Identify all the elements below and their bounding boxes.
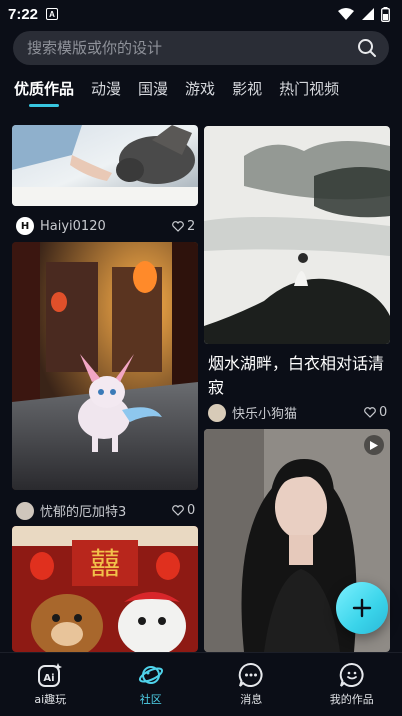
- battery-icon: [381, 6, 390, 22]
- heart-icon: [172, 221, 184, 232]
- play-badge[interactable]: [364, 435, 384, 455]
- avatar: [208, 403, 226, 422]
- post-image-sylveon[interactable]: [12, 242, 198, 490]
- post-author[interactable]: H Haiyi0120: [16, 217, 106, 235]
- nav-label: 消息: [240, 693, 263, 706]
- author-name: 快乐小狗猫: [232, 407, 298, 422]
- nav-messages[interactable]: 消息: [201, 653, 301, 707]
- search-bar[interactable]: [13, 31, 389, 65]
- content-feed: H Haiyi0120 2 忧郁的厄加特3 0 囍 烟水湖畔，白衣相对话清寂 快…: [0, 125, 402, 652]
- like-count[interactable]: 0: [364, 405, 387, 420]
- play-icon: [370, 440, 378, 450]
- category-tabs: 优质作品 动漫 国漫 游戏 影视 热门视频: [14, 78, 339, 106]
- nav-ai-play[interactable]: Ai ai趣玩: [0, 653, 100, 707]
- post-author[interactable]: 快乐小狗猫: [208, 403, 297, 422]
- post-title[interactable]: 烟水湖畔，白衣相对话清寂: [208, 352, 390, 400]
- avatar: [16, 501, 34, 520]
- nav-label: 我的作品: [329, 693, 374, 706]
- chat-icon: [239, 662, 263, 687]
- plus-icon: [352, 598, 372, 618]
- like-number: 2: [187, 219, 196, 234]
- svg-text:Ai: Ai: [44, 673, 55, 684]
- like-number: 0: [187, 503, 196, 518]
- notification-icon: A: [46, 8, 59, 20]
- heart-icon: [172, 505, 184, 516]
- status-bar: 7:22 A: [0, 0, 402, 28]
- tab-quality-works[interactable]: 优质作品: [14, 78, 74, 99]
- nav-my-works[interactable]: 我的作品: [302, 653, 402, 707]
- tab-hot-videos[interactable]: 热门视频: [279, 78, 339, 99]
- planet-icon: [138, 666, 163, 684]
- nav-label: 社区: [139, 693, 162, 706]
- tab-anime[interactable]: 动漫: [91, 78, 121, 99]
- heart-icon: [364, 407, 376, 418]
- wifi-icon: [338, 8, 354, 20]
- tab-games[interactable]: 游戏: [185, 78, 215, 99]
- bottom-navigation: Ai ai趣玩 社区 消息 我的作品: [0, 652, 402, 716]
- post-image-bears[interactable]: 囍: [12, 526, 198, 652]
- nav-community[interactable]: 社区: [101, 653, 201, 707]
- signal-icon: [362, 8, 374, 20]
- like-count[interactable]: 2: [172, 219, 195, 234]
- search-icon[interactable]: [357, 38, 377, 58]
- avatar: H: [16, 217, 34, 235]
- works-icon: [339, 662, 364, 687]
- create-button[interactable]: [336, 582, 388, 634]
- search-input[interactable]: [27, 39, 357, 57]
- post-image-cat[interactable]: [12, 125, 198, 206]
- like-number: 0: [379, 405, 388, 420]
- status-time: 7:22: [8, 5, 39, 23]
- ai-icon: Ai: [38, 663, 63, 687]
- post-author[interactable]: 忧郁的厄加特3: [16, 501, 126, 520]
- post-image-ink-lake[interactable]: [204, 126, 390, 344]
- svg-text:囍: 囍: [90, 547, 120, 582]
- nav-label: ai趣玩: [34, 693, 67, 706]
- tab-chinese-anime[interactable]: 国漫: [138, 78, 168, 99]
- tab-film[interactable]: 影视: [232, 78, 262, 99]
- author-name: 忧郁的厄加特3: [40, 505, 127, 520]
- like-count[interactable]: 0: [172, 503, 195, 518]
- author-name: Haiyi0120: [40, 218, 106, 234]
